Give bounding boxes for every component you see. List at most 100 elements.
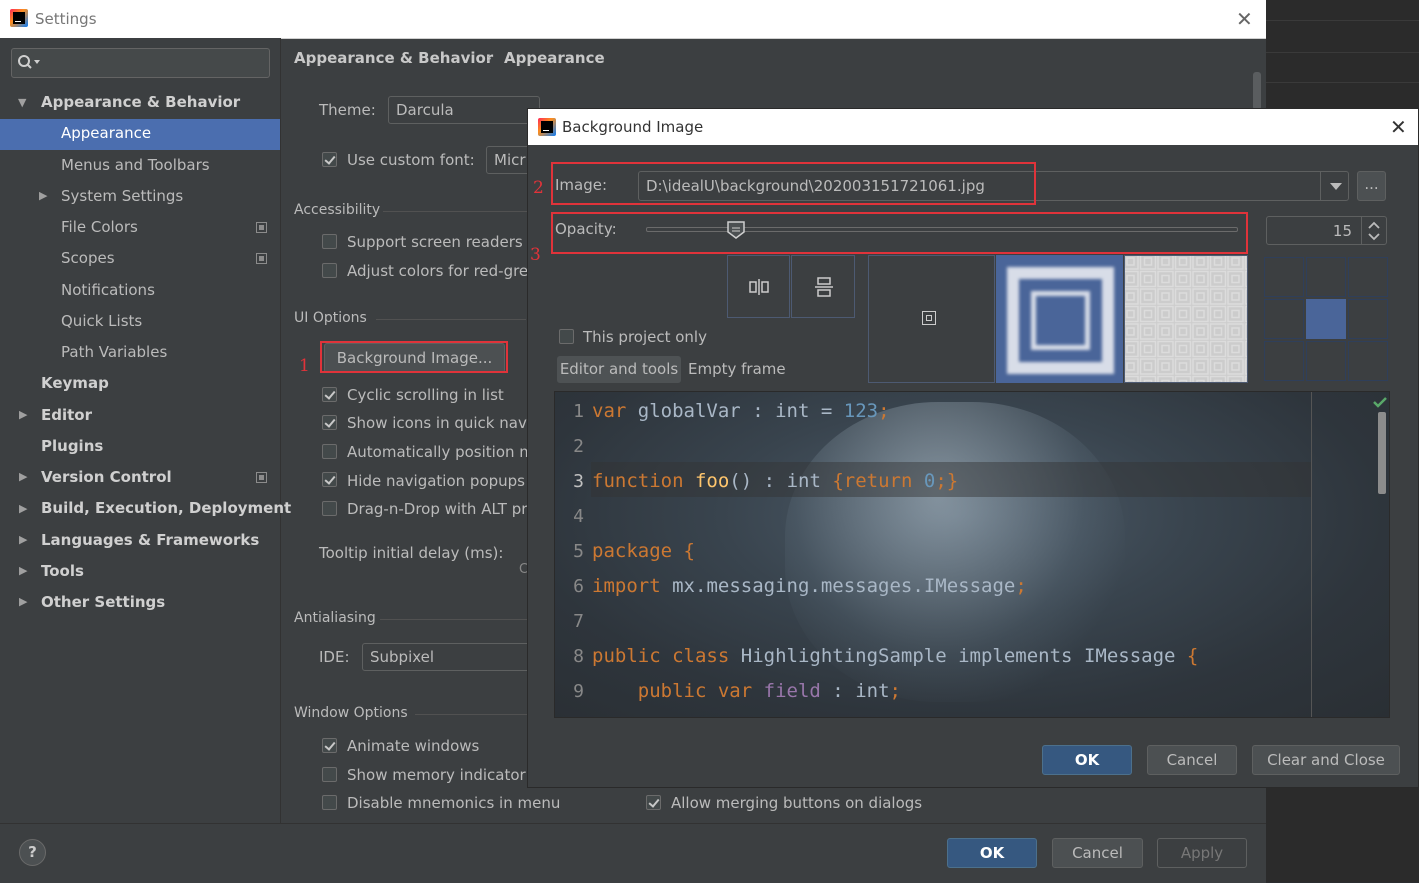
- sidebar-item-other-settings[interactable]: Other Settings: [41, 587, 165, 617]
- collapsed-arrow-icon[interactable]: ▶: [19, 595, 27, 608]
- drag-drop-checkbox[interactable]: [322, 501, 337, 516]
- fill-mode-scale[interactable]: [996, 255, 1123, 383]
- sidebar-item-system-settings[interactable]: System Settings: [61, 181, 183, 211]
- anchor-middle-right[interactable]: [1348, 299, 1388, 339]
- line-number: 1: [573, 401, 584, 422]
- anchor-bottom-center[interactable]: [1306, 341, 1346, 381]
- code-token: field: [763, 680, 821, 702]
- collapsed-arrow-icon[interactable]: ▶: [19, 502, 27, 515]
- custom-font-checkbox[interactable]: [322, 152, 337, 167]
- sidebar-item-tools[interactable]: Tools: [41, 556, 84, 586]
- preview-scrollbar-thumb[interactable]: [1378, 412, 1386, 494]
- opacity-spinner[interactable]: 15: [1266, 216, 1387, 245]
- code-token: ;: [1015, 575, 1027, 597]
- flip-horizontal-button[interactable]: [727, 255, 790, 318]
- settings-title-bar: Settings ✕: [0, 0, 1266, 39]
- sidebar-item-scopes[interactable]: Scopes: [61, 243, 115, 273]
- sidebar-item-appearance-behavior[interactable]: Appearance & Behavior: [41, 87, 240, 117]
- cyclic-scrolling-checkbox[interactable]: [322, 387, 337, 402]
- sidebar-item-menus-toolbars[interactable]: Menus and Toolbars: [61, 150, 210, 180]
- sidebar-item-editor[interactable]: Editor: [41, 400, 92, 430]
- code-token: globalVar: [637, 400, 741, 422]
- flip-vertical-button[interactable]: [791, 255, 855, 318]
- accessibility-section-label: Accessibility: [294, 202, 381, 218]
- hide-navigation-label: Hide navigation popups: [347, 472, 525, 490]
- dialog-close-icon[interactable]: ✕: [1390, 117, 1407, 137]
- sidebar-item-notifications[interactable]: Notifications: [61, 275, 155, 305]
- dropdown-arrow-icon[interactable]: [1329, 182, 1343, 192]
- close-icon[interactable]: ✕: [1236, 9, 1253, 29]
- expanded-arrow-icon[interactable]: ▼: [18, 96, 26, 109]
- collapsed-arrow-icon[interactable]: ▶: [19, 564, 27, 577]
- project-only-checkbox[interactable]: [559, 329, 574, 344]
- ide-antialiasing-combo[interactable]: Subpixel: [362, 643, 537, 671]
- fill-mode-tile[interactable]: [1124, 255, 1248, 383]
- theme-combo[interactable]: Darcula: [388, 96, 540, 124]
- settings-cancel-button[interactable]: Cancel: [1052, 838, 1143, 868]
- cyclic-scrolling-label: Cyclic scrolling in list: [347, 386, 504, 404]
- auto-position-checkbox[interactable]: [322, 444, 337, 459]
- merging-buttons-checkbox[interactable]: [646, 795, 661, 810]
- tab-editor-and-tools[interactable]: Editor and tools: [557, 356, 681, 383]
- show-icons-checkbox[interactable]: [322, 415, 337, 430]
- hide-navigation-checkbox[interactable]: [322, 472, 337, 487]
- merging-buttons-label: Allow merging buttons on dialogs: [671, 794, 923, 812]
- main-scrollbar[interactable]: [1252, 72, 1262, 110]
- settings-search-input[interactable]: [11, 48, 270, 78]
- search-icon: [18, 55, 40, 69]
- anchor-top-center[interactable]: [1306, 257, 1346, 297]
- sidebar-item-build-execution[interactable]: Build, Execution, Deployment: [41, 493, 291, 523]
- sidebar-item-path-variables[interactable]: Path Variables: [61, 337, 167, 367]
- opacity-spinner-value: 15: [1332, 222, 1352, 240]
- sidebar-item-plugins[interactable]: Plugins: [41, 431, 103, 461]
- collapsed-arrow-icon[interactable]: ▶: [19, 470, 27, 483]
- annotation-box-2: [551, 162, 1036, 205]
- sidebar-item-quick-lists[interactable]: Quick Lists: [61, 306, 142, 336]
- animate-windows-checkbox[interactable]: [322, 738, 337, 753]
- collapsed-arrow-icon[interactable]: ▶: [39, 189, 47, 202]
- help-button[interactable]: ?: [19, 839, 46, 866]
- sidebar-item-keymap[interactable]: Keymap: [41, 368, 109, 398]
- settings-ok-button[interactable]: OK: [947, 838, 1037, 868]
- code-token: return: [843, 470, 913, 492]
- breadcrumb-parent[interactable]: Appearance & Behavior: [294, 49, 493, 67]
- settings-apply-button[interactable]: Apply: [1157, 838, 1247, 868]
- sidebar-item-appearance[interactable]: Appearance: [61, 118, 151, 148]
- anchor-bottom-left[interactable]: [1264, 341, 1304, 381]
- code-line-8: public class HighlightingSample implemen…: [592, 639, 1198, 674]
- anchor-top-left[interactable]: [1264, 257, 1304, 297]
- tab-empty-frame[interactable]: Empty frame: [688, 360, 786, 378]
- code-line-3: function foo() : int {return 0;}: [592, 464, 958, 499]
- collapsed-arrow-icon[interactable]: ▶: [19, 533, 27, 546]
- spinner-arrows-icon[interactable]: [1367, 220, 1381, 242]
- anchor-bottom-right[interactable]: [1348, 341, 1388, 381]
- mnemonics-checkbox[interactable]: [322, 795, 337, 810]
- animate-windows-label: Animate windows: [347, 737, 480, 755]
- screen-readers-checkbox[interactable]: [322, 234, 337, 249]
- browse-image-button[interactable]: ...: [1357, 171, 1386, 201]
- main-scrollbar-thumb[interactable]: [1253, 72, 1261, 110]
- anchor-center[interactable]: [1306, 299, 1346, 339]
- line-number: 9: [573, 681, 584, 702]
- code-token: 123: [843, 400, 879, 422]
- sidebar-item-version-control[interactable]: Version Control: [41, 462, 172, 492]
- fill-mode-center[interactable]: [868, 255, 995, 383]
- annotation-box-1: [320, 341, 508, 373]
- code-token: messages: [820, 575, 913, 597]
- red-green-checkbox[interactable]: [322, 263, 337, 278]
- code-token: (: [729, 470, 741, 492]
- scale-mode-icon-inner: [1031, 291, 1090, 350]
- line-number: 5: [573, 541, 584, 562]
- anchor-top-right[interactable]: [1348, 257, 1388, 297]
- sidebar-item-languages-frameworks[interactable]: Languages & Frameworks: [41, 525, 259, 555]
- collapsed-arrow-icon[interactable]: ▶: [19, 408, 27, 421]
- dialog-cancel-button[interactable]: Cancel: [1147, 745, 1237, 775]
- combo-divider: [1320, 172, 1321, 200]
- memory-indicator-checkbox[interactable]: [322, 767, 337, 782]
- dialog-clear-close-button[interactable]: Clear and Close: [1252, 745, 1400, 775]
- sidebar-item-file-colors[interactable]: File Colors: [61, 212, 138, 242]
- dialog-ok-button[interactable]: OK: [1042, 745, 1132, 775]
- anchor-middle-left[interactable]: [1264, 299, 1304, 339]
